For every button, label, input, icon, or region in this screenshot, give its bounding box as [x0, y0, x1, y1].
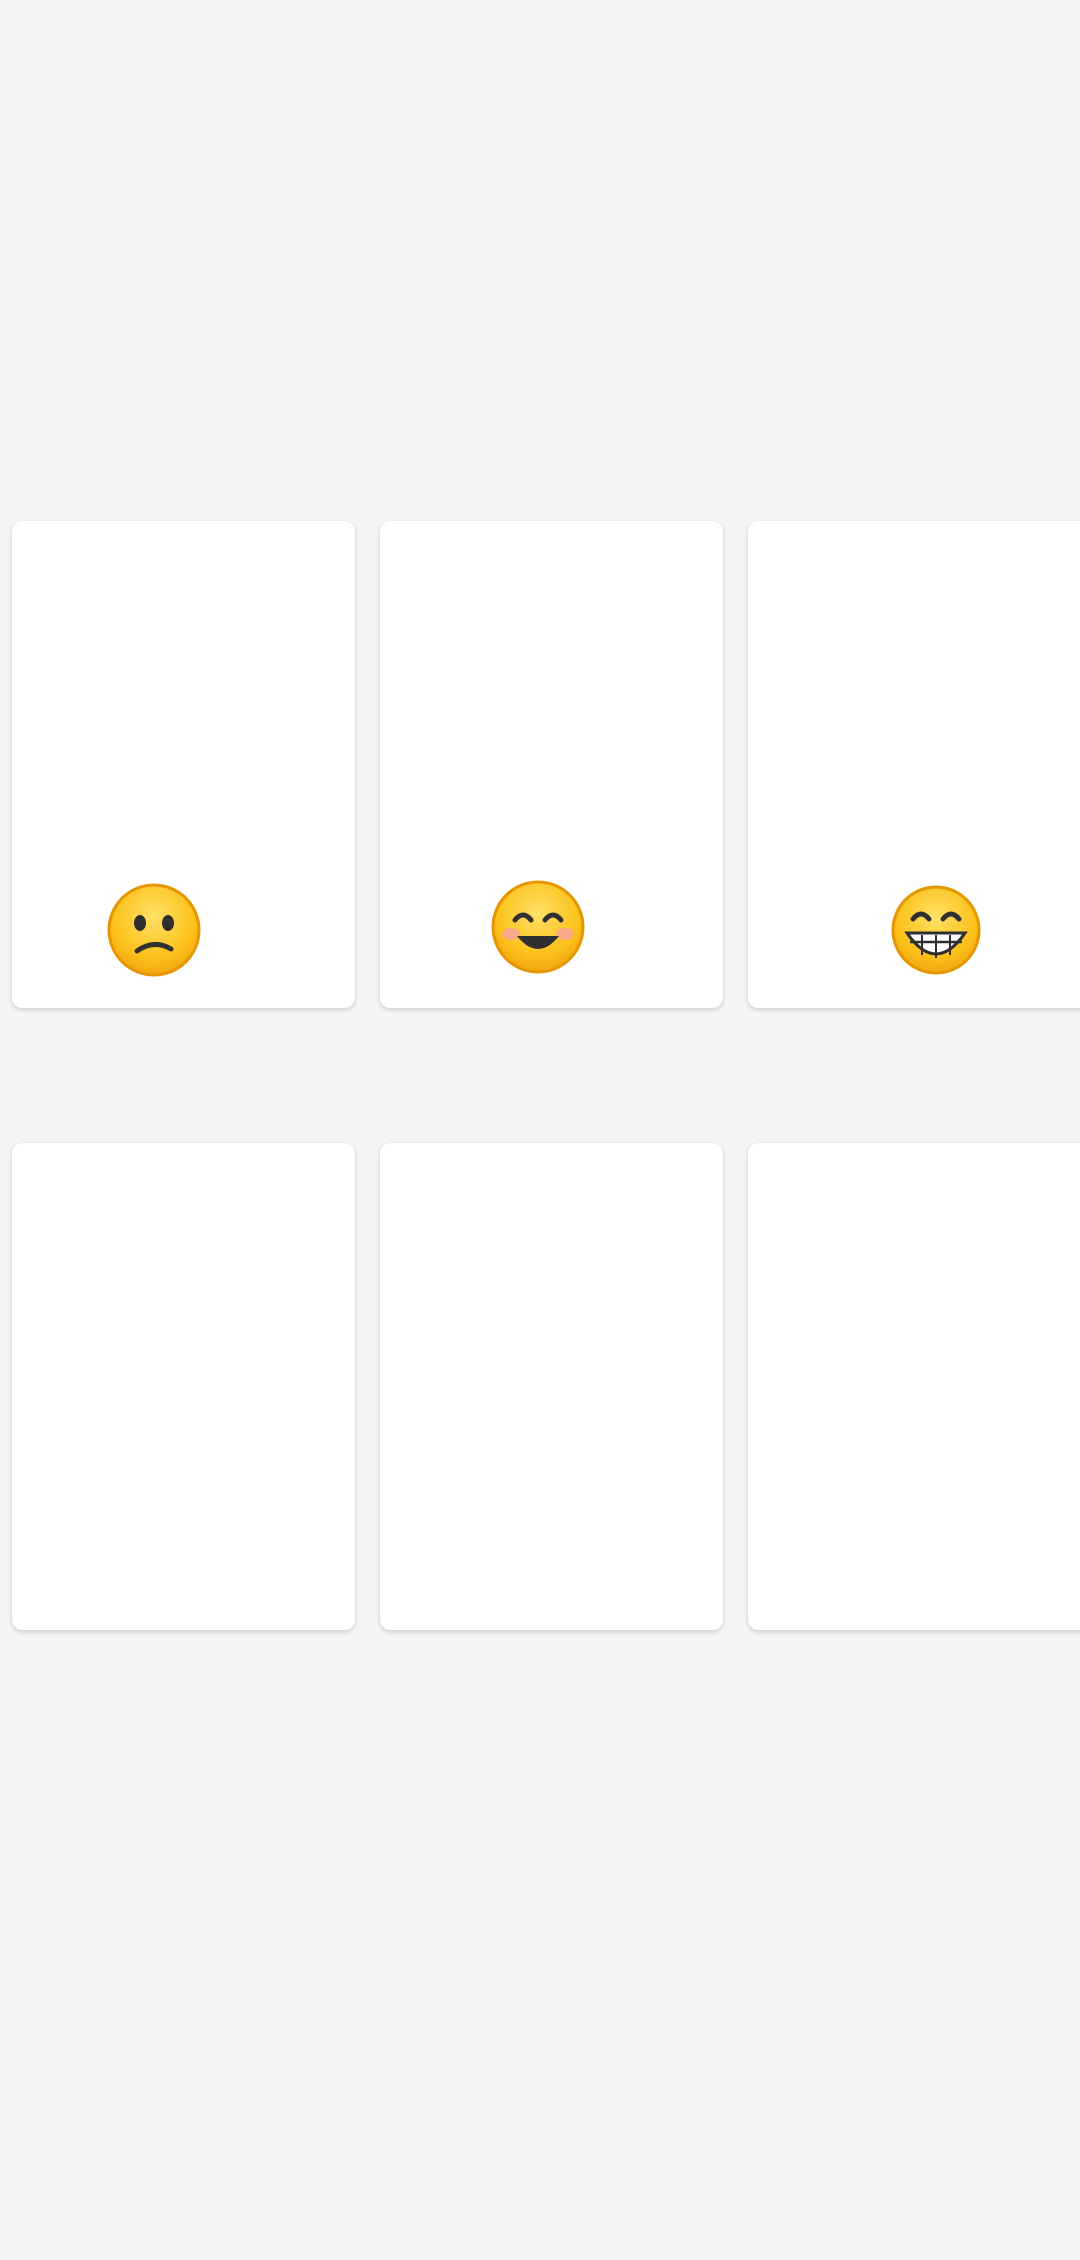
emoji-card-6[interactable] [748, 1143, 1080, 1630]
emoji-card-4[interactable] [12, 1143, 355, 1630]
emoji-card-3[interactable] [748, 521, 1080, 1008]
app-screen [0, 0, 1080, 2260]
beaming-face-with-grinning-teeth-icon [889, 883, 983, 977]
emoji-card-2[interactable] [380, 521, 723, 1008]
emoji-card-5[interactable] [380, 1143, 723, 1630]
confused-face-icon [107, 883, 201, 977]
emoji-card-1[interactable] [12, 521, 355, 1008]
smiling-face-with-smiling-eyes-icon [491, 880, 585, 974]
